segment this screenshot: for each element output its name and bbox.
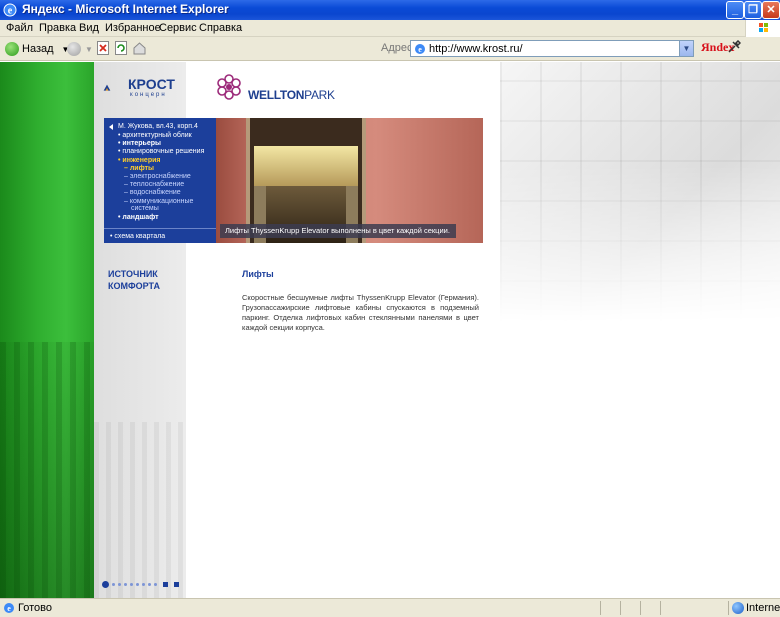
windows-flag-icon [745,20,780,37]
nav-item-architecture[interactable]: • архитектурный облик [118,132,192,140]
maximize-icon: ❐ [748,4,758,16]
window-title: Яндекс - Microsoft Internet Explorer [22,2,229,16]
minimize-button[interactable]: _ [726,1,744,19]
back-label: Назад [22,43,54,55]
internet-globe-icon [732,602,744,614]
nav-item-planning-label: планировочные решения [122,148,205,155]
krost-logo-icon[interactable] [103,76,128,100]
slogan-line-1: ИСТОЧНИК [108,269,158,279]
hero-caption: Лифты ThyssenKrupp Elevator выполнены в … [220,224,456,238]
refresh-icon[interactable] [115,41,127,55]
wellton-brand-b: PARK [304,88,335,102]
nav-sub-lifts[interactable]: – лифты [124,165,154,173]
svg-text:e: e [7,604,11,613]
forward-arrow-icon [67,42,81,56]
zone-text: Internet [746,602,780,614]
title-bar: e Яндекс - Microsoft Internet Explorer _… [0,0,780,20]
status-text: Готово [18,602,52,614]
pager-next-square-icon[interactable] [174,581,179,587]
address-bar[interactable]: e http://www.krost.ru/ ▼ [410,40,694,57]
nav-item-scheme-label: схема квартала [114,233,166,240]
home-icon[interactable] [133,41,146,55]
background-photo-right [500,62,780,322]
address-dropdown-icon[interactable]: ▼ [679,41,693,56]
pager-prev-square-icon[interactable] [163,581,168,587]
menu-bar: Файл Правка Вид Избранное Сервис Справка [0,20,780,37]
status-separator [660,601,661,615]
slogan: ИСТОЧНИК КОМФОРТА [108,268,160,292]
nav-item-scheme[interactable]: • схема квартала [110,233,165,241]
pager-dot[interactable] [136,582,139,586]
yandex-tool-icon[interactable] [727,40,741,54]
nav-item-landscape-label: ландшафт [122,214,159,221]
svg-text:e: e [418,45,422,54]
nav-divider [104,228,216,229]
slogan-line-2: КОМФОРТА [108,281,160,291]
wellton-flower-icon[interactable] [214,72,244,102]
nav-sub-water[interactable]: – водоснабжение [124,189,181,197]
pager-dot[interactable] [154,582,157,586]
menu-help[interactable]: Справка [199,22,242,34]
status-separator [728,601,729,615]
nav-item-planning[interactable]: • планировочные решения [118,148,204,156]
page-content: КРОСТ концерн WELLTONPARK М. Жукова, вл.… [0,62,780,598]
nav-item-interiors-label: интерьеры [122,140,161,147]
svg-text:e: e [8,6,13,17]
page-done-icon: e [4,603,14,613]
back-arrow-icon [5,42,19,56]
hero-image-lift: Лифты ThyssenKrupp Elevator выполнены в … [216,118,483,243]
pager-dot[interactable] [118,582,121,586]
pager-dot[interactable] [124,582,127,586]
close-button[interactable]: ✕ [762,1,780,19]
status-separator [640,601,641,615]
url-text[interactable]: http://www.krost.ru/ [429,43,523,55]
pager-dot[interactable] [142,582,145,586]
nav-item-landscape[interactable]: • ландшафт [118,214,159,222]
pager-dot-active[interactable] [102,580,109,588]
nav-address[interactable]: М. Жукова, вл.43, корп.4 [118,123,198,131]
background-photo-mid [94,422,186,598]
menu-favorites[interactable]: Избранное [105,22,161,34]
status-bar: e Готово Internet [0,598,780,617]
status-separator [620,601,621,615]
pager-dot[interactable] [112,582,115,586]
nav-item-engineering[interactable]: • инженерия [118,157,161,165]
nav-sub-electricity[interactable]: – электроснабжение [124,173,191,181]
menu-edit[interactable]: Правка [39,22,76,34]
nav-item-architecture-label: архитектурный облик [122,132,192,139]
wellton-brand-a: WELLTON [248,88,305,102]
krost-brand[interactable]: КРОСТ [128,76,175,92]
article-body: Скоростные бесшумные лифты ThyssenKrupp … [242,293,479,332]
forward-button[interactable]: ▼ [67,40,93,58]
nav-item-interiors[interactable]: • интерьеры [118,140,161,148]
wellton-brand[interactable]: WELLTONPARK [248,88,335,102]
nav-sub-heating[interactable]: – теплоснабжение [124,181,184,189]
nav-item-engineering-label: инженерия [122,157,161,164]
back-triangle-icon[interactable] [109,124,113,130]
menu-tools[interactable]: Сервис [159,22,197,34]
project-nav: М. Жукова, вл.43, корп.4 • архитектурный… [104,118,216,243]
menu-file[interactable]: Файл [6,22,33,34]
back-button[interactable]: Назад ▼ [5,40,69,58]
page-icon: e [415,44,425,54]
article-title: Лифты [242,269,274,279]
minimize-icon: _ [731,4,739,16]
pager-dot[interactable] [130,582,133,586]
pager-dot[interactable] [148,582,151,586]
slide-pager [102,579,179,589]
menu-view[interactable]: Вид [79,22,99,34]
stop-icon[interactable] [97,41,109,55]
krost-brand-sub: концерн [130,92,167,98]
forward-dropdown-icon[interactable]: ▼ [85,45,93,54]
status-separator [600,601,601,615]
maximize-button[interactable]: ❐ [744,1,762,19]
close-icon: ✕ [766,4,776,16]
ie-icon: e [3,3,17,17]
background-photo-left [0,342,94,598]
nav-sub-communications-cont[interactable]: системы [131,205,159,213]
lift-ceiling-light [254,146,358,186]
